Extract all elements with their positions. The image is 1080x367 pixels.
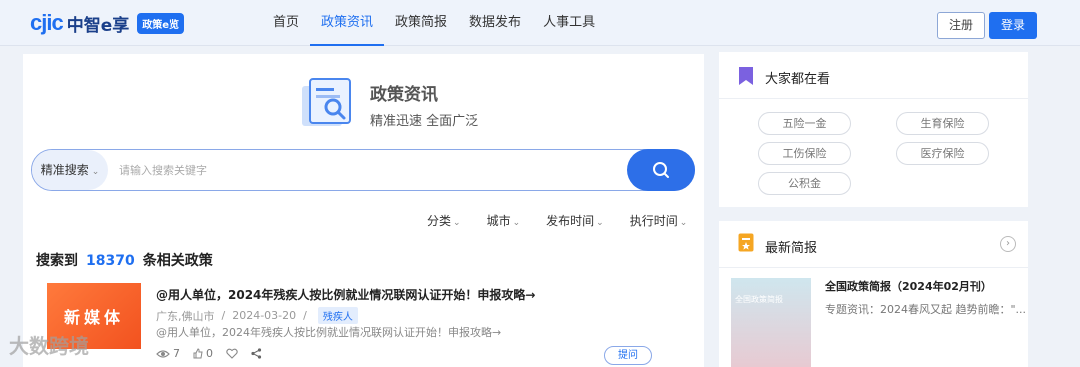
- nav-item-hr-tools[interactable]: 人事工具: [532, 0, 606, 46]
- site-logo[interactable]: cjic 中智e享 政策e览: [30, 10, 185, 36]
- latest-briefs-card: 最新简报 › 全国政策简报 全国政策简报（2024年02月刊） 专题资讯：202…: [719, 221, 1028, 367]
- filter-label: 发布时间: [546, 214, 595, 228]
- result-prefix: 搜索到: [36, 253, 78, 269]
- heart-icon: [226, 348, 238, 359]
- filter-label: 执行时间: [629, 214, 678, 228]
- main-nav: 首页 政策资讯 政策简报 数据发布 人事工具: [262, 0, 606, 46]
- register-button[interactable]: 注册: [937, 12, 985, 39]
- filter-label: 分类: [427, 214, 452, 228]
- nav-item-data-release[interactable]: 数据发布: [458, 0, 532, 46]
- nav-item-policy-briefs[interactable]: 政策简报: [384, 0, 458, 46]
- ask-question-button[interactable]: 提问: [604, 346, 652, 365]
- chip-housing-fund[interactable]: 公积金: [758, 172, 851, 195]
- article-actions: 7 0: [156, 347, 275, 360]
- article-tag[interactable]: 残疾人: [317, 307, 358, 324]
- login-button[interactable]: 登录: [989, 12, 1037, 39]
- views-count: 7: [173, 347, 180, 360]
- logo-text: cjic: [30, 10, 64, 35]
- briefs-title: 最新简报: [765, 241, 818, 256]
- search-type-dropdown[interactable]: 精准搜索 ⌄: [32, 150, 108, 190]
- result-count: 18370: [86, 253, 135, 269]
- brief-title[interactable]: 全国政策简报（2024年02月刊）: [825, 278, 992, 294]
- like-button[interactable]: 0: [193, 347, 213, 360]
- brief-thumbnail[interactable]: 全国政策简报: [731, 278, 811, 367]
- chip-social-insurance[interactable]: 五险一金: [758, 112, 851, 135]
- article-title[interactable]: @用人单位，2024年残疾人按比例就业情况联网认证开始！申报攻略→: [156, 286, 535, 303]
- newspaper-icon: [738, 233, 754, 252]
- chevron-down-icon: ⌄: [512, 218, 521, 228]
- watermark-text: 大数跨境: [9, 334, 89, 358]
- article-location: 广东,佛山市: [156, 309, 215, 323]
- brief-description: 专题资讯：2024春风又起 趋势前瞻："...: [825, 303, 1027, 316]
- share-button[interactable]: [251, 348, 262, 359]
- filter-label: 城市: [486, 214, 511, 228]
- logo-badge: 政策e览: [137, 12, 185, 34]
- filter-category[interactable]: 分类 ⌄: [427, 212, 461, 229]
- article-meta: 广东,佛山市 / 2024-03-20 / 残疾人: [156, 307, 358, 324]
- divider: [719, 98, 1028, 99]
- filter-publish-date[interactable]: 发布时间 ⌄: [546, 212, 604, 229]
- filter-effective-date[interactable]: 执行时间 ⌄: [630, 212, 688, 229]
- views-stat: 7: [156, 347, 180, 360]
- result-suffix: 条相关政策: [142, 253, 213, 269]
- nav-item-policy-news[interactable]: 政策资讯: [310, 0, 385, 46]
- top-navbar: cjic 中智e享 政策e览 首页 政策资讯 政策简报 数据发布 人事工具 注册…: [0, 0, 1080, 46]
- article-summary: @用人单位，2024年残疾人按比例就业情况联网认证开始！申报攻略→: [156, 326, 502, 339]
- hero-title: 政策资讯: [370, 85, 438, 105]
- meta-separator: /: [303, 309, 307, 322]
- chevron-right-icon[interactable]: ›: [1000, 236, 1016, 252]
- search-type-label: 精准搜索: [40, 163, 89, 177]
- chevron-down-icon: ⌄: [91, 167, 100, 177]
- thumbs-up-icon: [193, 348, 203, 359]
- popular-title: 大家都在看: [765, 72, 831, 87]
- search-icon: [653, 162, 669, 178]
- search-input[interactable]: [119, 160, 619, 180]
- chip-maternity-insurance[interactable]: 生育保险: [896, 112, 989, 135]
- eye-icon: [156, 349, 170, 358]
- favorite-button[interactable]: [226, 348, 238, 359]
- nav-item-home[interactable]: 首页: [262, 0, 310, 46]
- likes-count: 0: [206, 347, 213, 360]
- search-bar: 精准搜索 ⌄: [31, 149, 695, 191]
- divider: [719, 267, 1028, 268]
- chevron-down-icon: ⌄: [453, 218, 461, 228]
- document-search-icon: [302, 78, 351, 126]
- article-date: 2024-03-20: [232, 309, 297, 322]
- chevron-down-icon: ⌄: [596, 218, 604, 228]
- popular-topics-card: 大家都在看 五险一金 生育保险 工伤保险 医疗保险 公积金: [719, 52, 1028, 207]
- filter-city[interactable]: 城市 ⌄: [487, 212, 521, 229]
- filter-bar: 分类 ⌄ 城市 ⌄ 发布时间 ⌄ 执行时间 ⌄: [427, 212, 687, 229]
- policy-search-panel: 政策资讯 精准迅速 全面广泛 精准搜索⌄ 分类⌄ 城市⌄ 发布时间⌄ 执行时间⌄…: [23, 54, 704, 367]
- brief-thumbnail-text: 全国政策简报: [735, 295, 783, 304]
- share-icon: [251, 348, 262, 359]
- chip-work-injury-insurance[interactable]: 工伤保险: [758, 142, 851, 165]
- chip-medical-insurance[interactable]: 医疗保险: [896, 142, 989, 165]
- result-summary: 搜索到 18370 条相关政策: [36, 250, 213, 270]
- bookmark-icon: [739, 67, 753, 85]
- logo-name: 中智e享: [66, 15, 130, 36]
- hero-subtitle: 精准迅速 全面广泛: [370, 114, 479, 129]
- chevron-down-icon: ⌄: [679, 218, 688, 228]
- search-button[interactable]: [627, 149, 695, 191]
- meta-separator: /: [221, 309, 226, 322]
